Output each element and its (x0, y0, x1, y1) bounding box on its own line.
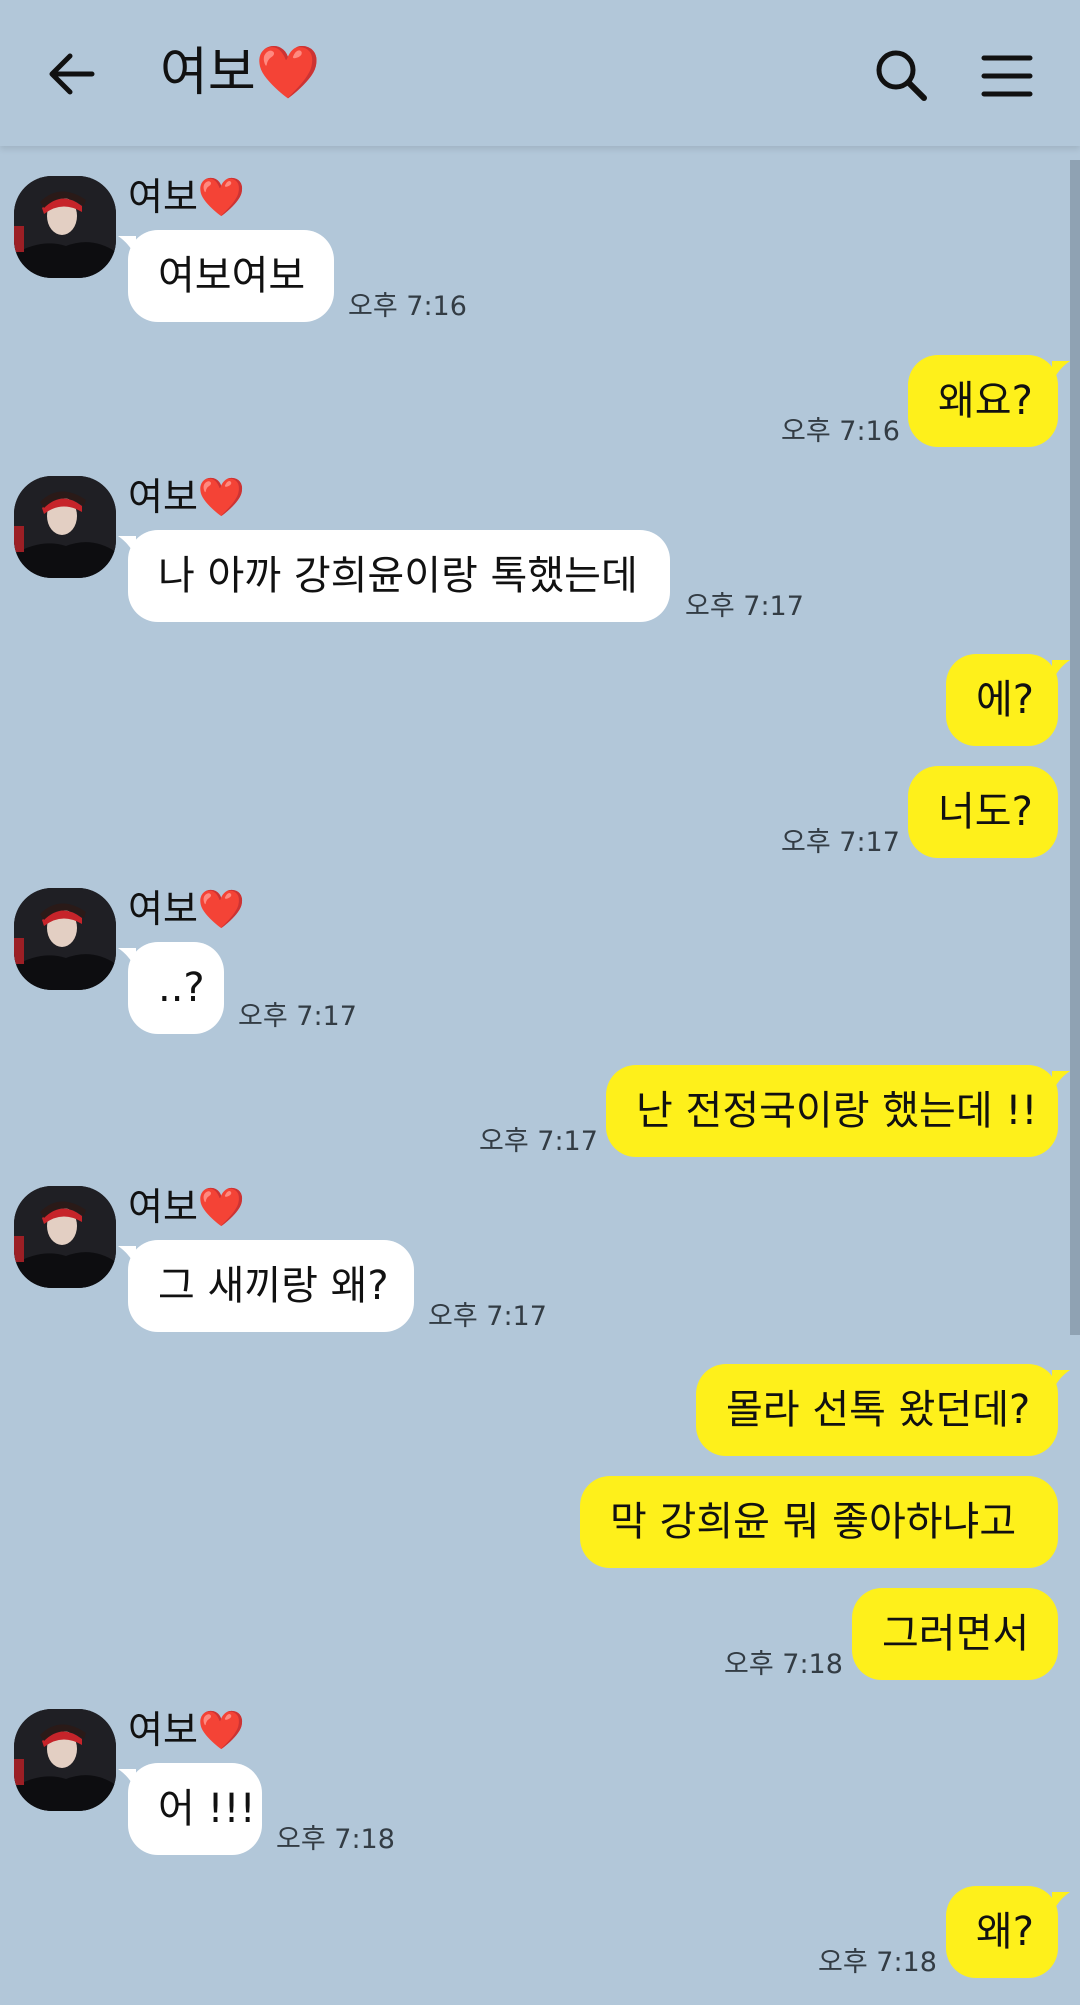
message-bubble-outgoing[interactable]: 왜? (946, 1886, 1058, 1978)
message-bubble-incoming[interactable]: 나 아까 강희윤이랑 톡했는데 (128, 530, 670, 622)
message-time: 오후 7:17 (479, 1126, 598, 1157)
sender-name: 여보❤️ (128, 1185, 246, 1229)
message-bubble-outgoing[interactable]: 몰라 선톡 왔던데? (696, 1364, 1058, 1456)
message-time: 오후 7:18 (276, 1824, 395, 1855)
message-bubble-incoming[interactable]: ..? (128, 942, 224, 1034)
message-bubble-outgoing[interactable]: 난 전정국이랑 했는데 !! (606, 1065, 1058, 1157)
message-time: 오후 7:16 (348, 291, 467, 322)
arrow-left-icon[interactable] (40, 42, 108, 106)
message-time: 오후 7:18 (818, 1947, 937, 1978)
message-time: 오후 7:16 (781, 416, 900, 447)
bubble-tail (1052, 361, 1070, 383)
message-time: 오후 7:17 (238, 1001, 357, 1032)
message-bubble-incoming[interactable]: 어 !!! (128, 1763, 262, 1855)
message-bubble-outgoing[interactable]: 왜요? (908, 355, 1058, 447)
avatar[interactable] (14, 888, 116, 990)
bubble-tail (1052, 1071, 1070, 1093)
bubble-tail (1052, 660, 1070, 682)
message-bubble-outgoing[interactable]: 막 강희윤 뭐 좋아하냐고 (580, 1476, 1058, 1568)
sender-name: 여보❤️ (128, 887, 246, 931)
message-bubble-incoming[interactable]: 그 새끼랑 왜? (128, 1240, 414, 1332)
bubble-tail (1052, 1892, 1070, 1914)
message-bubble-incoming[interactable]: 여보여보 (128, 230, 334, 322)
message-time: 오후 7:18 (724, 1649, 843, 1680)
search-icon[interactable] (868, 42, 936, 110)
chat-header: 여보❤️ (0, 0, 1080, 146)
message-time: 오후 7:17 (781, 827, 900, 858)
bubble-tail (1052, 1370, 1070, 1392)
avatar[interactable] (14, 176, 116, 278)
sender-name: 여보❤️ (128, 1708, 246, 1752)
message-bubble-outgoing[interactable]: 너도? (908, 766, 1058, 858)
message-time: 오후 7:17 (428, 1301, 547, 1332)
message-bubble-outgoing[interactable]: 에? (946, 654, 1058, 746)
message-time: 오후 7:17 (685, 591, 804, 622)
avatar[interactable] (14, 1186, 116, 1288)
message-bubble-outgoing[interactable]: 그러면서 (852, 1588, 1058, 1680)
avatar[interactable] (14, 1709, 116, 1811)
chat-title: 여보❤️ (160, 43, 321, 103)
avatar[interactable] (14, 476, 116, 578)
menu-icon[interactable] (974, 42, 1042, 110)
sender-name: 여보❤️ (128, 175, 246, 219)
sender-name: 여보❤️ (128, 475, 246, 519)
scrollbar[interactable] (1070, 160, 1080, 1335)
